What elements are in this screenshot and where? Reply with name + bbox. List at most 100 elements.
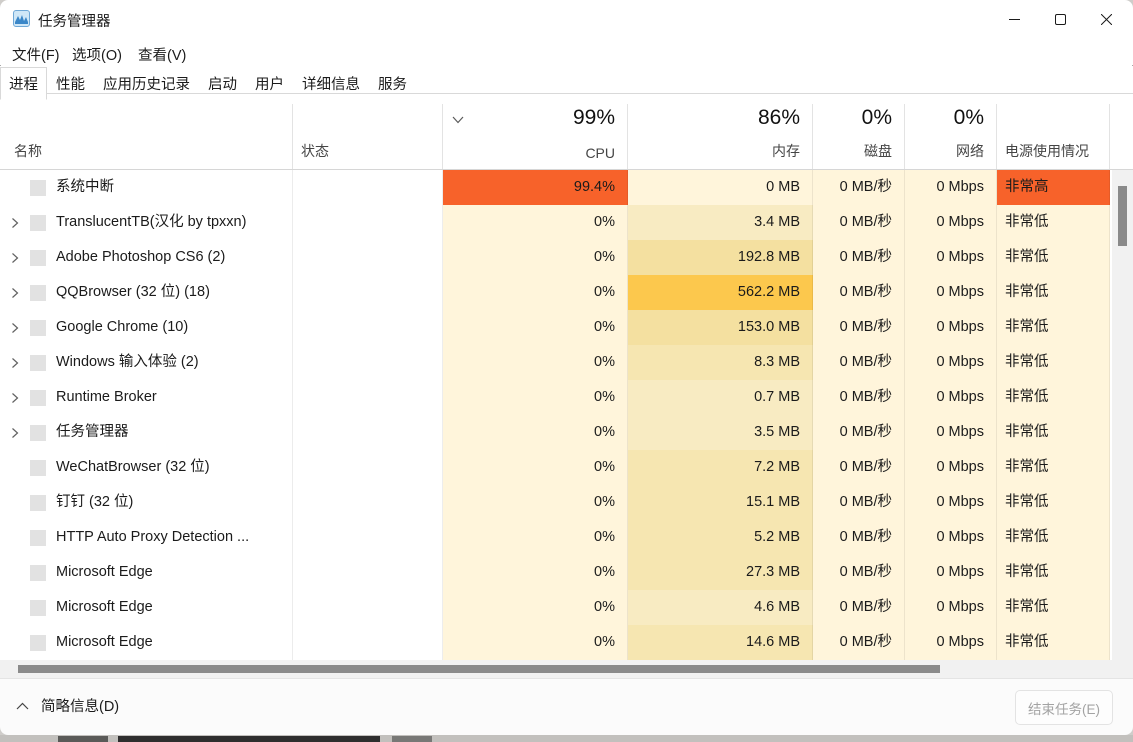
power-cell: 非常低	[997, 205, 1110, 240]
mem-cell: 3.4 MB	[628, 205, 813, 240]
column-header-power[interactable]: 电源使用情况	[997, 104, 1110, 169]
column-header-cpu[interactable]: 99%CPU	[443, 104, 628, 169]
power-cell: 非常低	[997, 590, 1110, 625]
power-cell: 非常高	[997, 170, 1110, 205]
expand-chevron-icon	[11, 287, 19, 299]
process-row[interactable]: HTTP Auto Proxy Detection ...0%5.2 MB0 M…	[0, 520, 1133, 555]
process-name-cell: Google Chrome (10)	[0, 310, 293, 345]
mem-cell: 192.8 MB	[628, 240, 813, 275]
minimize-button[interactable]	[991, 0, 1037, 38]
end-task-button[interactable]: 结束任务(E)	[1015, 690, 1113, 725]
net-cell: 0 Mbps	[905, 415, 997, 450]
horizontal-scrollbar[interactable]	[0, 660, 1133, 678]
process-row[interactable]: 任务管理器0%3.5 MB0 MB/秒0 Mbps非常低	[0, 415, 1133, 450]
tab-0[interactable]: 进程	[0, 67, 47, 100]
tab-3[interactable]: 启动	[199, 69, 246, 100]
tab-5[interactable]: 详细信息	[293, 69, 369, 100]
tab-2[interactable]: 应用历史记录	[94, 69, 199, 100]
process-name: WeChatBrowser (32 位)	[56, 450, 210, 485]
tab-1[interactable]: 性能	[47, 69, 94, 100]
power-cell: 非常低	[997, 345, 1110, 380]
fewer-details-toggle[interactable]: 简略信息(D)	[16, 695, 119, 716]
close-button[interactable]	[1083, 0, 1129, 38]
cpu-cell: 0%	[443, 310, 628, 345]
process-row[interactable]: 系统中断99.4%0 MB0 MB/秒0 Mbps非常高	[0, 170, 1133, 205]
mem-cell: 4.6 MB	[628, 590, 813, 625]
cpu-cell: 0%	[443, 205, 628, 240]
power-cell: 非常低	[997, 625, 1110, 660]
process-row[interactable]: WeChatBrowser (32 位)0%7.2 MB0 MB/秒0 Mbps…	[0, 450, 1133, 485]
column-header-net[interactable]: 0%网络	[905, 104, 997, 169]
column-header-disk[interactable]: 0%磁盘	[813, 104, 905, 169]
net-cell: 0 Mbps	[905, 310, 997, 345]
process-name-cell: 系统中断	[0, 170, 293, 205]
mem-cell: 3.5 MB	[628, 415, 813, 450]
status-cell	[293, 520, 443, 555]
horizontal-scrollbar-thumb[interactable]	[18, 665, 940, 673]
expand-chevron-icon	[11, 217, 19, 229]
mem-cell: 7.2 MB	[628, 450, 813, 485]
mem-cell: 5.2 MB	[628, 520, 813, 555]
power-cell: 非常低	[997, 380, 1110, 415]
vertical-scrollbar-thumb[interactable]	[1118, 186, 1127, 246]
vertical-scrollbar[interactable]	[1112, 170, 1133, 660]
process-name-cell: Runtime Broker	[0, 380, 293, 415]
process-row[interactable]: Microsoft Edge0%4.6 MB0 MB/秒0 Mbps非常低	[0, 590, 1133, 625]
column-header-mem[interactable]: 86%内存	[628, 104, 813, 169]
process-icon	[30, 495, 46, 511]
process-row[interactable]: QQBrowser (32 位) (18)0%562.2 MB0 MB/秒0 M…	[0, 275, 1133, 310]
process-name-cell: WeChatBrowser (32 位)	[0, 450, 293, 485]
disk-cell: 0 MB/秒	[813, 275, 905, 310]
menu-file[interactable]: 文件(F)	[6, 41, 66, 68]
power-cell: 非常低	[997, 275, 1110, 310]
process-name-cell: 任务管理器	[0, 415, 293, 450]
status-cell	[293, 170, 443, 205]
status-cell	[293, 415, 443, 450]
expand-chevron-icon	[11, 392, 19, 404]
disk-cell: 0 MB/秒	[813, 625, 905, 660]
net-cell: 0 Mbps	[905, 485, 997, 520]
net-cell: 0 Mbps	[905, 275, 997, 310]
menu-options[interactable]: 选项(O)	[66, 41, 128, 68]
mem-cell: 562.2 MB	[628, 275, 813, 310]
process-row[interactable]: Google Chrome (10)0%153.0 MB0 MB/秒0 Mbps…	[0, 310, 1133, 345]
process-row[interactable]: 钉钉 (32 位)0%15.1 MB0 MB/秒0 Mbps非常低	[0, 485, 1133, 520]
expand-chevron-icon	[11, 322, 19, 334]
process-icon	[30, 285, 46, 301]
net-cell: 0 Mbps	[905, 170, 997, 205]
cpu-cell: 0%	[443, 590, 628, 625]
mem-cell: 27.3 MB	[628, 555, 813, 590]
tab-6[interactable]: 服务	[369, 69, 416, 100]
column-header-name[interactable]: 名称	[0, 104, 293, 169]
tab-4[interactable]: 用户	[246, 69, 293, 100]
status-cell	[293, 590, 443, 625]
tab-strip: 进程性能应用历史记录启动用户详细信息服务	[0, 66, 1133, 94]
task-manager-window: 任务管理器 文件(F) 选项(O) 查看(V) 进程性能应用历史记录启动用户详细…	[0, 0, 1133, 735]
process-row[interactable]: Microsoft Edge0%27.3 MB0 MB/秒0 Mbps非常低	[0, 555, 1133, 590]
column-header-status[interactable]: 状态	[293, 104, 443, 169]
cpu-cell: 0%	[443, 240, 628, 275]
disk-cell: 0 MB/秒	[813, 240, 905, 275]
cpu-cell: 0%	[443, 520, 628, 555]
process-row[interactable]: Microsoft Edge0%14.6 MB0 MB/秒0 Mbps非常低	[0, 625, 1133, 660]
taskbar-fragment	[392, 736, 432, 742]
process-name-cell: Windows 输入体验 (2)	[0, 345, 293, 380]
process-name: HTTP Auto Proxy Detection ...	[56, 520, 249, 555]
process-row[interactable]: Adobe Photoshop CS6 (2)0%192.8 MB0 MB/秒0…	[0, 240, 1133, 275]
power-cell: 非常低	[997, 520, 1110, 555]
process-name: Runtime Broker	[56, 380, 157, 415]
process-row[interactable]: Runtime Broker0%0.7 MB0 MB/秒0 Mbps非常低	[0, 380, 1133, 415]
status-cell	[293, 625, 443, 660]
process-name-cell: 钉钉 (32 位)	[0, 485, 293, 520]
process-name: Windows 输入体验 (2)	[56, 345, 199, 380]
process-row[interactable]: TranslucentTB(汉化 by tpxxn)0%3.4 MB0 MB/秒…	[0, 205, 1133, 240]
cpu-cell: 0%	[443, 555, 628, 590]
power-cell: 非常低	[997, 450, 1110, 485]
menu-view[interactable]: 查看(V)	[132, 41, 192, 68]
maximize-button[interactable]	[1037, 0, 1083, 38]
process-name-cell: HTTP Auto Proxy Detection ...	[0, 520, 293, 555]
process-row[interactable]: Windows 输入体验 (2)0%8.3 MB0 MB/秒0 Mbps非常低	[0, 345, 1133, 380]
cpu-cell: 0%	[443, 275, 628, 310]
sort-chevron-down-icon	[452, 116, 464, 124]
fewer-details-label: 简略信息(D)	[41, 695, 119, 716]
